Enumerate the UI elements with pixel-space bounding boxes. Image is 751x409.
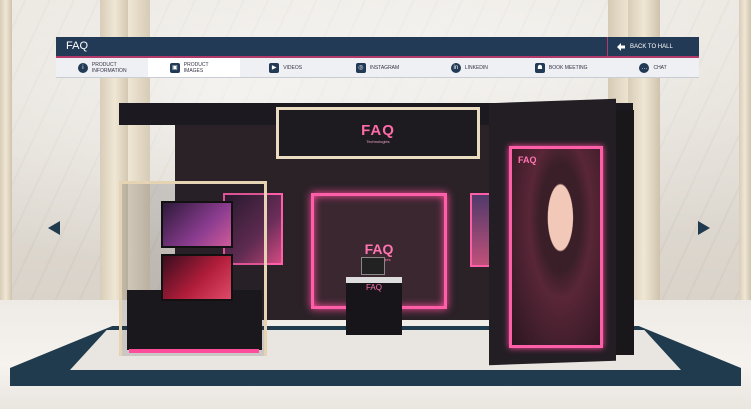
center-brand-logo: FAQ — [364, 240, 394, 257]
menu-videos[interactable]: ▶ VIDEOS — [240, 58, 332, 77]
booth-title-bar: FAQ BACK TO HALL — [56, 37, 699, 58]
model-poster[interactable]: FAQ — [509, 146, 603, 348]
menu-label: INSTAGRAM — [369, 64, 400, 71]
back-to-hall-button[interactable]: BACK TO HALL — [607, 37, 699, 56]
counter-screen[interactable] — [361, 257, 385, 275]
menu-product-information[interactable]: i PRODUCT INFORMATION — [56, 58, 148, 77]
booth-header-sign[interactable]: FAQ Technologies — [276, 107, 480, 159]
poster-brand-logo: FAQ — [518, 155, 537, 165]
pillar-right-edge — [739, 0, 751, 310]
meeting-icon: ☗ — [534, 62, 545, 73]
menu-product-images[interactable]: ▣ PRODUCT IMAGES — [147, 58, 240, 77]
shelf-neon-strip — [129, 349, 259, 353]
menu-label: CHAT — [653, 64, 667, 71]
counter-brand-logo: FAQ — [365, 283, 382, 292]
product-screen-bottom[interactable] — [161, 254, 233, 301]
menu-label: LINKEDIN — [464, 64, 488, 71]
menu-label: PRODUCT INFORMATION — [91, 61, 127, 74]
linkedin-icon: in — [450, 62, 461, 73]
next-booth-arrow-icon[interactable] — [698, 221, 710, 235]
previous-booth-arrow-icon[interactable] — [48, 221, 60, 235]
menu-label: BOOK MEETING — [548, 64, 588, 71]
menu-instagram[interactable]: ◎ INSTAGRAM — [332, 58, 424, 77]
menu-chat[interactable]: … CHAT — [607, 58, 699, 77]
menu-label: VIDEOS — [283, 64, 303, 71]
chat-icon: … — [639, 62, 650, 73]
right-rear-panel — [616, 110, 634, 355]
info-icon: i — [77, 62, 88, 73]
menu-book-meeting[interactable]: ☗ BOOK MEETING — [515, 58, 607, 77]
pillar-left-edge — [0, 0, 12, 310]
booth-title: FAQ — [66, 40, 89, 52]
menu-linkedin[interactable]: in LINKEDIN — [423, 58, 515, 77]
booth-brand-logo: FAQ — [361, 122, 395, 139]
back-to-hall-label: BACK TO HALL — [630, 43, 673, 50]
product-screen-top[interactable] — [161, 201, 233, 248]
booth-tagline: Technologies — [366, 139, 390, 144]
virtual-booth-scene: FAQ Technologies FAQ Technologies FAQ FA… — [0, 0, 751, 409]
instagram-icon: ◎ — [355, 62, 366, 73]
reception-counter[interactable]: FAQ — [346, 277, 402, 335]
booth-menu-bar: i PRODUCT INFORMATION ▣ PRODUCT IMAGES ▶… — [56, 58, 699, 78]
video-icon: ▶ — [269, 62, 280, 73]
back-arrow-icon — [617, 42, 625, 51]
menu-label: PRODUCT IMAGES — [183, 61, 209, 74]
images-icon: ▣ — [169, 62, 180, 73]
